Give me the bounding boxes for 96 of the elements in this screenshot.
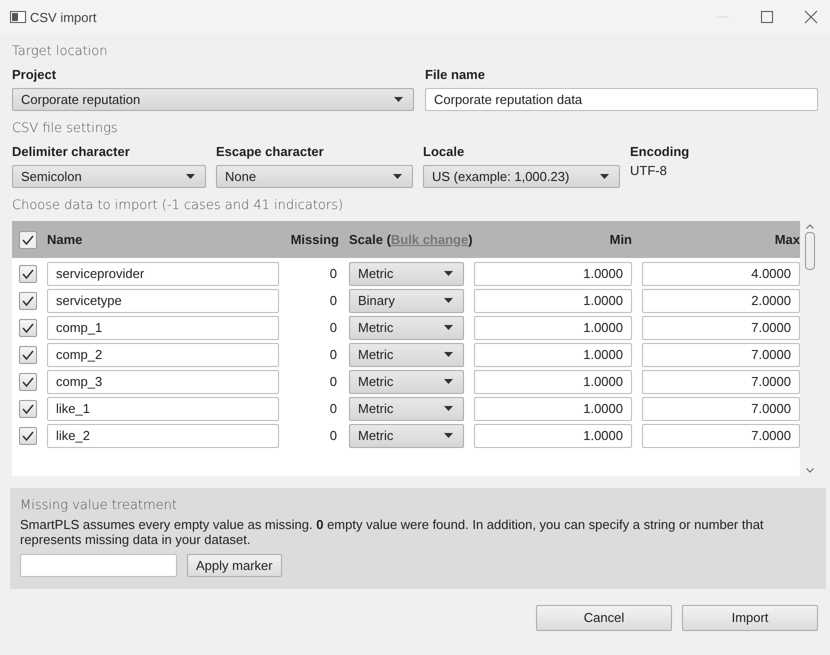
close-icon[interactable] <box>804 10 818 24</box>
file-name-field[interactable]: Corporate reputation data <box>425 88 818 111</box>
row-checkbox[interactable] <box>19 400 37 418</box>
missing-count: 0 <box>328 293 338 308</box>
caret-icon <box>444 325 453 330</box>
name-field[interactable]: comp_3 <box>47 370 279 394</box>
min-field[interactable]: 1.0000 <box>474 370 632 394</box>
missing-count: 0 <box>328 428 338 443</box>
max-field[interactable]: 4.0000 <box>642 262 800 286</box>
dropdown[interactable]: US (example: 1,000.23) <box>423 165 620 188</box>
section-heading: Target location <box>12 44 108 59</box>
app-icon <box>10 11 26 23</box>
caret-icon <box>444 433 453 438</box>
min-field[interactable]: 1.0000 <box>474 288 632 312</box>
description-text: SmartPLS assumes every empty value as missing. 0 empty value were found. In addition, you can specify a string or number that represents missing data in your dataset. <box>20 518 765 548</box>
check-icon <box>22 350 34 360</box>
max-field[interactable]: 7.0000 <box>642 342 800 366</box>
column-header: Name <box>47 232 84 247</box>
row-checkbox[interactable] <box>19 372 37 390</box>
row-checkbox[interactable] <box>19 346 37 364</box>
maximize-icon[interactable] <box>760 10 774 24</box>
scale-dropdown[interactable]: Metric <box>349 342 464 366</box>
caret-icon <box>444 298 453 303</box>
dialog-button[interactable]: Import <box>682 604 818 631</box>
check-icon <box>22 430 34 440</box>
field-label: Delimiter character <box>12 144 131 159</box>
check-icon <box>22 268 34 278</box>
max-field[interactable]: 7.0000 <box>642 396 800 420</box>
missing-count: 0 <box>328 374 338 389</box>
scale-dropdown[interactable]: Binary <box>349 288 464 312</box>
select-all-checkbox[interactable] <box>19 230 37 248</box>
scale-dropdown[interactable]: Metric <box>349 316 464 340</box>
name-field[interactable]: serviceprovider <box>47 262 279 286</box>
scale-dropdown[interactable]: Metric <box>349 396 464 420</box>
caret-icon <box>186 174 195 179</box>
marker-field[interactable] <box>20 554 177 577</box>
caret-icon <box>444 271 453 276</box>
column-header: Missing <box>290 232 339 247</box>
min-field[interactable]: 1.0000 <box>474 316 632 340</box>
column-header: Scale ( <box>349 232 391 247</box>
name-field[interactable]: comp_1 <box>47 316 279 340</box>
scroll-down-icon[interactable] <box>806 468 814 473</box>
dropdown[interactable]: Semicolon <box>12 165 206 188</box>
name-field[interactable]: like_1 <box>47 396 279 420</box>
max-field[interactable]: 2.0000 <box>642 288 800 312</box>
check-icon <box>22 322 34 332</box>
dialog-button[interactable]: Cancel <box>536 604 672 631</box>
check-icon <box>22 234 34 244</box>
field-label: Locale <box>423 144 466 159</box>
field-label: File name <box>425 67 486 82</box>
name-field[interactable]: servicetype <box>47 288 279 312</box>
missing-count: 0 <box>328 266 338 281</box>
caret-icon <box>444 406 453 411</box>
row-checkbox[interactable] <box>19 318 37 336</box>
column-header: ) <box>468 232 473 247</box>
caret-icon <box>394 97 403 102</box>
section-heading: Choose data to import (-1 cases and 41 indicators) <box>12 198 344 213</box>
apply-marker-button[interactable]: Apply marker <box>187 554 282 577</box>
min-field[interactable]: 1.0000 <box>474 396 632 420</box>
check-icon <box>22 376 34 386</box>
max-field[interactable]: 7.0000 <box>642 370 800 394</box>
missing-count: 0 <box>328 401 338 416</box>
max-field[interactable]: 7.0000 <box>642 316 800 340</box>
min-field[interactable]: 1.0000 <box>474 342 632 366</box>
scroll-up-icon[interactable] <box>806 224 814 229</box>
field-label: Project <box>12 67 58 82</box>
name-field[interactable]: like_2 <box>47 424 279 448</box>
row-checkbox[interactable] <box>19 264 37 282</box>
section-heading: Missing value treatment <box>20 498 178 513</box>
check-icon <box>22 404 34 414</box>
field-label: Encoding <box>630 144 690 159</box>
row-checkbox[interactable] <box>19 426 37 444</box>
caret-icon <box>393 174 402 179</box>
field-label: Escape character <box>216 144 325 159</box>
scale-dropdown[interactable]: Metric <box>349 370 464 394</box>
min-field[interactable]: 1.0000 <box>474 424 632 448</box>
window-title: CSV import <box>30 10 96 24</box>
encoding-value: UTF-8 <box>630 163 668 178</box>
caret-icon <box>444 352 453 357</box>
row-checkbox[interactable] <box>19 292 37 310</box>
missing-count: 0 <box>328 320 338 335</box>
name-field[interactable]: comp_2 <box>47 342 279 366</box>
min-field[interactable]: 1.0000 <box>474 262 632 286</box>
column-header: Min <box>608 232 632 247</box>
max-field[interactable]: 7.0000 <box>642 424 800 448</box>
section-heading: CSV file settings <box>12 121 119 136</box>
scrollbar-thumb[interactable] <box>805 232 816 270</box>
column-header: Max <box>774 232 800 247</box>
missing-count: 0 <box>328 347 338 362</box>
check-icon <box>22 296 34 306</box>
dropdown[interactable]: None <box>216 165 413 188</box>
caret-icon <box>600 174 609 179</box>
project-select[interactable]: Corporate reputation <box>12 88 414 111</box>
caret-icon <box>444 379 453 384</box>
scale-dropdown[interactable]: Metric <box>349 262 464 286</box>
scale-dropdown[interactable]: Metric <box>349 424 464 448</box>
